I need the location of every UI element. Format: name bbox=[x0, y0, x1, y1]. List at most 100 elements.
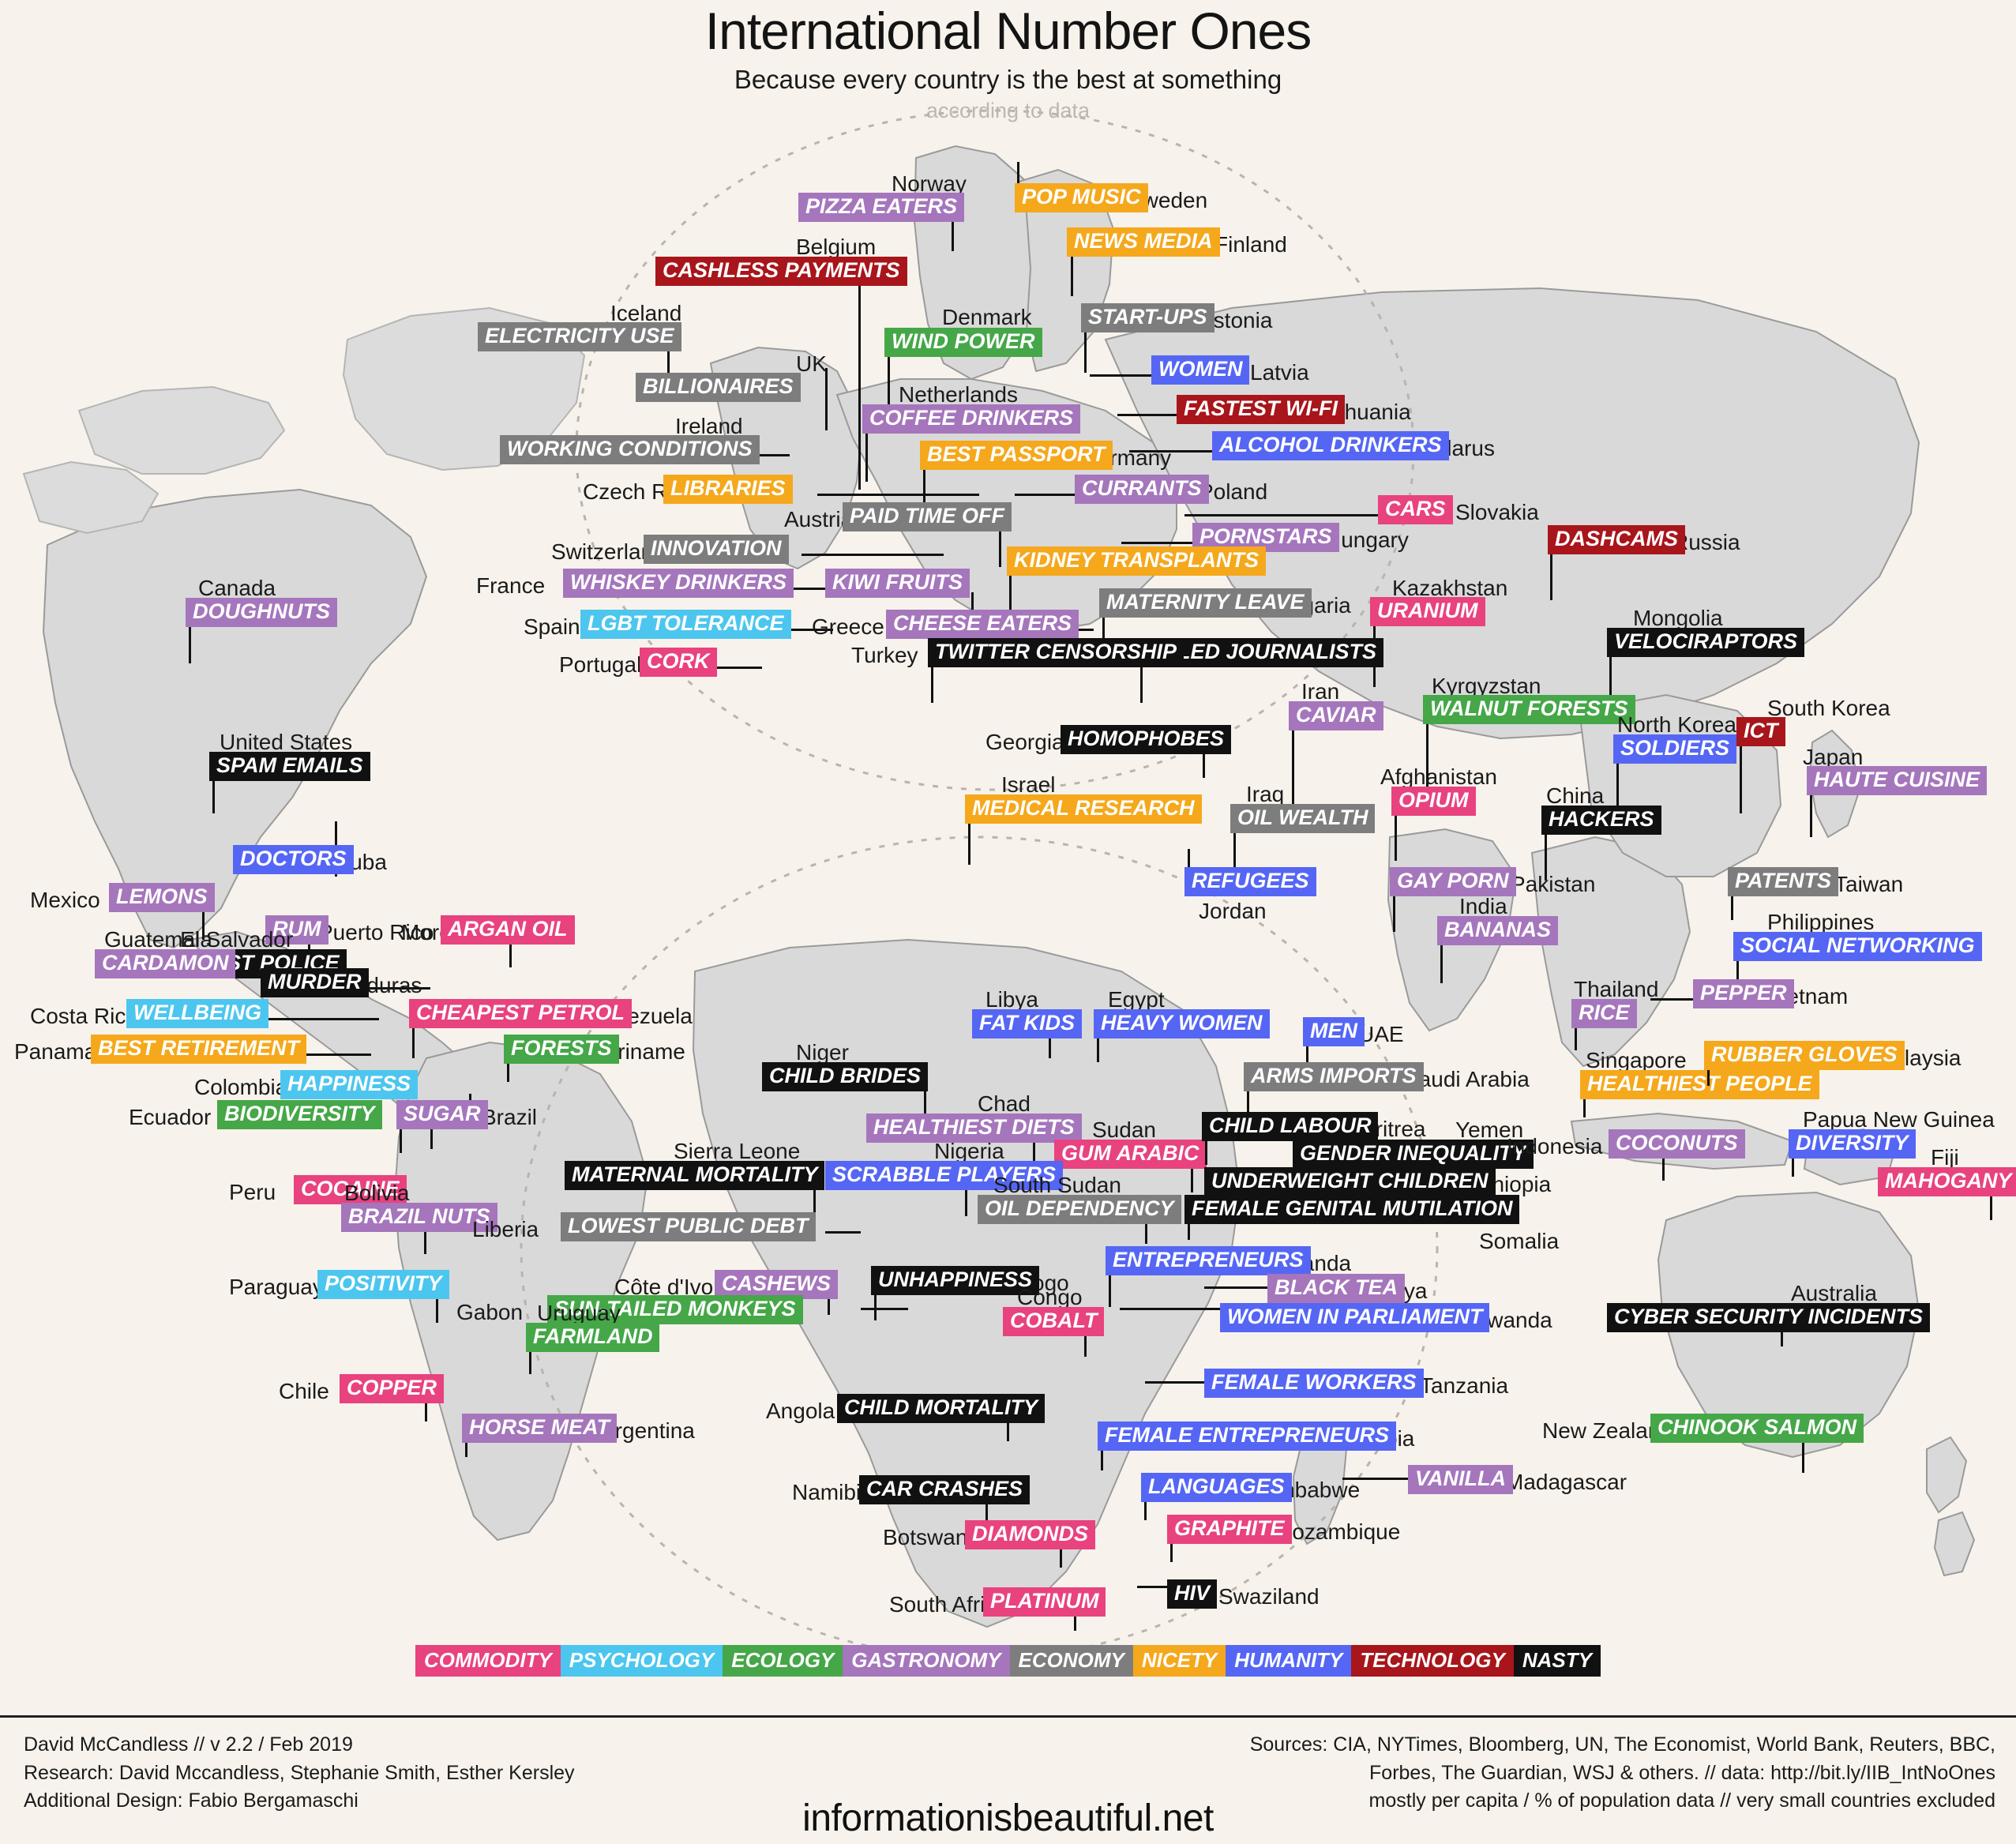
superlative-tag[interactable]: MATERNAL MORTALITY bbox=[565, 1161, 825, 1190]
superlative-tag[interactable]: CHILD BRIDES bbox=[762, 1062, 929, 1091]
superlative-tag[interactable]: RUBBER GLOVES bbox=[1704, 1041, 1905, 1070]
legend-item-gastronomy[interactable]: GASTRONOMY bbox=[843, 1645, 1010, 1677]
superlative-tag[interactable]: PIZZA EATERS bbox=[798, 193, 965, 222]
superlative-tag[interactable]: ELECTRICITY USE bbox=[478, 322, 681, 351]
superlative-tag[interactable]: SOCIAL NETWORKING bbox=[1733, 932, 1982, 961]
superlative-tag[interactable]: HORSE MEAT bbox=[462, 1414, 618, 1443]
superlative-tag[interactable]: CAVIAR bbox=[1289, 701, 1383, 730]
superlative-tag[interactable]: BLACK TEA bbox=[1267, 1274, 1405, 1303]
superlative-tag[interactable]: KIDNEY TRANSPLANTS bbox=[1007, 546, 1267, 576]
superlative-tag[interactable]: PATENTS bbox=[1728, 867, 1839, 896]
superlative-tag[interactable]: CYBER SECURITY INCIDENTS bbox=[1607, 1303, 1931, 1332]
superlative-tag[interactable]: ARMS IMPORTS bbox=[1244, 1062, 1424, 1091]
superlative-tag[interactable]: DOCTORS bbox=[233, 845, 354, 874]
legend-item-commodity[interactable]: COMMODITY bbox=[415, 1645, 561, 1677]
superlative-tag[interactable]: VANILLA bbox=[1408, 1465, 1513, 1494]
superlative-tag[interactable]: LEMONS bbox=[109, 883, 215, 912]
superlative-tag[interactable]: CAR CRASHES bbox=[859, 1475, 1031, 1504]
superlative-tag[interactable]: HIV bbox=[1167, 1579, 1218, 1609]
superlative-tag[interactable]: START-UPS bbox=[1081, 303, 1214, 332]
superlative-tag[interactable]: SOLDIERS bbox=[1613, 734, 1737, 764]
superlative-tag[interactable]: DOUGHNUTS bbox=[186, 598, 337, 627]
superlative-tag[interactable]: CASHLESS PAYMENTS bbox=[655, 257, 907, 286]
superlative-tag[interactable]: CHEESE EATERS bbox=[886, 610, 1079, 639]
superlative-tag[interactable]: HEAVY WOMEN bbox=[1094, 1009, 1270, 1038]
superlative-tag[interactable]: HOMOPHOBES bbox=[1061, 725, 1232, 754]
superlative-tag[interactable]: MEDICAL RESEARCH bbox=[965, 794, 1202, 824]
superlative-tag[interactable]: ALCOHOL DRINKERS bbox=[1212, 431, 1449, 460]
superlative-tag[interactable]: COBALT bbox=[1003, 1307, 1105, 1336]
superlative-tag[interactable]: HEALTHIEST PEOPLE bbox=[1580, 1070, 1819, 1099]
superlative-tag[interactable]: LGBT TOLERANCE bbox=[580, 610, 791, 639]
superlative-tag[interactable]: CHILD MORTALITY bbox=[837, 1394, 1045, 1423]
superlative-tag[interactable]: WOMEN IN PARLIAMENT bbox=[1220, 1303, 1490, 1332]
superlative-tag[interactable]: FORESTS bbox=[504, 1035, 619, 1064]
superlative-tag[interactable]: VELOCIRAPTORS bbox=[1607, 628, 1805, 657]
superlative-tag[interactable]: PEPPER bbox=[1693, 979, 1794, 1008]
superlative-tag[interactable]: PAID TIME OFF bbox=[843, 502, 1012, 531]
superlative-tag[interactable]: DIVERSITY bbox=[1789, 1129, 1916, 1159]
superlative-tag[interactable]: FARMLAND bbox=[526, 1323, 660, 1352]
superlative-tag[interactable]: DASHCAMS bbox=[1548, 525, 1686, 554]
superlative-tag[interactable]: BEST RETIREMENT bbox=[91, 1035, 307, 1064]
superlative-tag[interactable]: LANGUAGES bbox=[1141, 1473, 1292, 1502]
superlative-tag[interactable]: CHEAPEST PETROL bbox=[409, 999, 633, 1028]
superlative-tag[interactable]: FEMALE GENITAL MUTILATION bbox=[1184, 1195, 1520, 1224]
legend-item-ecology[interactable]: ECOLOGY bbox=[723, 1645, 843, 1677]
superlative-tag[interactable]: BANANAS bbox=[1437, 916, 1558, 945]
superlative-tag[interactable]: HAPPINESS bbox=[280, 1070, 419, 1099]
superlative-tag[interactable]: LIBRARIES bbox=[663, 475, 793, 504]
superlative-tag[interactable]: WOMEN bbox=[1151, 355, 1250, 385]
superlative-tag[interactable]: FAT KIDS bbox=[972, 1009, 1082, 1038]
superlative-tag[interactable]: FEMALE WORKERS bbox=[1204, 1369, 1424, 1398]
superlative-tag[interactable]: DIAMONDS bbox=[965, 1520, 1095, 1549]
superlative-tag[interactable]: WELLBEING bbox=[126, 999, 268, 1028]
superlative-tag[interactable]: WIND POWER bbox=[884, 328, 1042, 357]
superlative-tag[interactable]: ENTREPRENEURS bbox=[1106, 1246, 1311, 1275]
superlative-tag[interactable]: POSITIVITY bbox=[317, 1270, 449, 1299]
superlative-tag[interactable]: COFFEE DRINKERS bbox=[862, 404, 1081, 434]
superlative-tag[interactable]: NEWS MEDIA bbox=[1067, 227, 1220, 257]
superlative-tag[interactable]: REFUGEES bbox=[1184, 867, 1316, 896]
superlative-tag[interactable]: COCONUTS bbox=[1609, 1129, 1745, 1159]
superlative-tag[interactable]: CURRANTS bbox=[1075, 475, 1209, 504]
superlative-tag[interactable]: CARDAMON bbox=[95, 949, 236, 978]
superlative-tag[interactable]: KIWI FRUITS bbox=[825, 569, 970, 598]
superlative-tag[interactable]: BEST PASSPORT bbox=[920, 441, 1113, 470]
superlative-tag[interactable]: GENDER INEQUALITY bbox=[1293, 1140, 1534, 1169]
superlative-tag[interactable]: TWITTER CENSORSHIP bbox=[928, 638, 1184, 667]
legend-item-humanity[interactable]: HUMANITY bbox=[1226, 1645, 1352, 1677]
superlative-tag[interactable]: FASTEST WI-FI bbox=[1177, 395, 1345, 424]
legend-item-technology[interactable]: TECHNOLOGY bbox=[1351, 1645, 1514, 1677]
superlative-tag[interactable]: COPPER bbox=[340, 1374, 445, 1403]
superlative-tag[interactable]: CORK bbox=[640, 648, 717, 677]
superlative-tag[interactable]: SPAM EMAILS bbox=[209, 752, 370, 781]
superlative-tag[interactable]: WHISKEY DRINKERS bbox=[563, 569, 794, 598]
superlative-tag[interactable]: PLATINUM bbox=[983, 1587, 1106, 1617]
superlative-tag[interactable]: MATERNITY LEAVE bbox=[1099, 588, 1312, 618]
superlative-tag[interactable]: OPIUM bbox=[1391, 787, 1476, 816]
superlative-tag[interactable]: URANIUM bbox=[1370, 597, 1485, 626]
legend-item-nicety[interactable]: NICETY bbox=[1132, 1645, 1226, 1677]
superlative-tag[interactable]: CARS bbox=[1378, 495, 1453, 524]
superlative-tag[interactable]: CHILD LABOUR bbox=[1202, 1112, 1379, 1141]
superlative-tag[interactable]: GUM ARABIC bbox=[1054, 1140, 1207, 1169]
superlative-tag[interactable]: BIODIVERSITY bbox=[217, 1100, 382, 1129]
legend-item-economy[interactable]: ECONOMY bbox=[1009, 1645, 1133, 1677]
superlative-tag[interactable]: LOWEST PUBLIC DEBT bbox=[561, 1212, 816, 1241]
superlative-tag[interactable]: WORKING CONDITIONS bbox=[500, 435, 760, 464]
superlative-tag[interactable]: BILLIONAIRES bbox=[636, 373, 801, 402]
superlative-tag[interactable]: HAUTE CUISINE bbox=[1807, 766, 1988, 795]
superlative-tag[interactable]: GRAPHITE bbox=[1167, 1515, 1292, 1544]
superlative-tag[interactable]: UNDERWEIGHT CHILDREN bbox=[1204, 1167, 1496, 1196]
superlative-tag[interactable]: INNOVATION bbox=[644, 535, 789, 564]
superlative-tag[interactable]: OIL DEPENDENCY bbox=[978, 1195, 1181, 1224]
superlative-tag[interactable]: MAHOGANY bbox=[1878, 1167, 2016, 1196]
superlative-tag[interactable]: WALNUT FORESTS bbox=[1423, 695, 1635, 724]
superlative-tag[interactable]: GAY PORN bbox=[1390, 867, 1516, 896]
superlative-tag[interactable]: POP MUSIC bbox=[1015, 183, 1148, 212]
superlative-tag[interactable]: MURDER bbox=[261, 968, 369, 997]
superlative-tag[interactable]: RICE bbox=[1571, 999, 1637, 1028]
superlative-tag[interactable]: CHINOOK SALMON bbox=[1650, 1414, 1864, 1443]
superlative-tag[interactable]: ARGAN OIL bbox=[441, 915, 575, 945]
